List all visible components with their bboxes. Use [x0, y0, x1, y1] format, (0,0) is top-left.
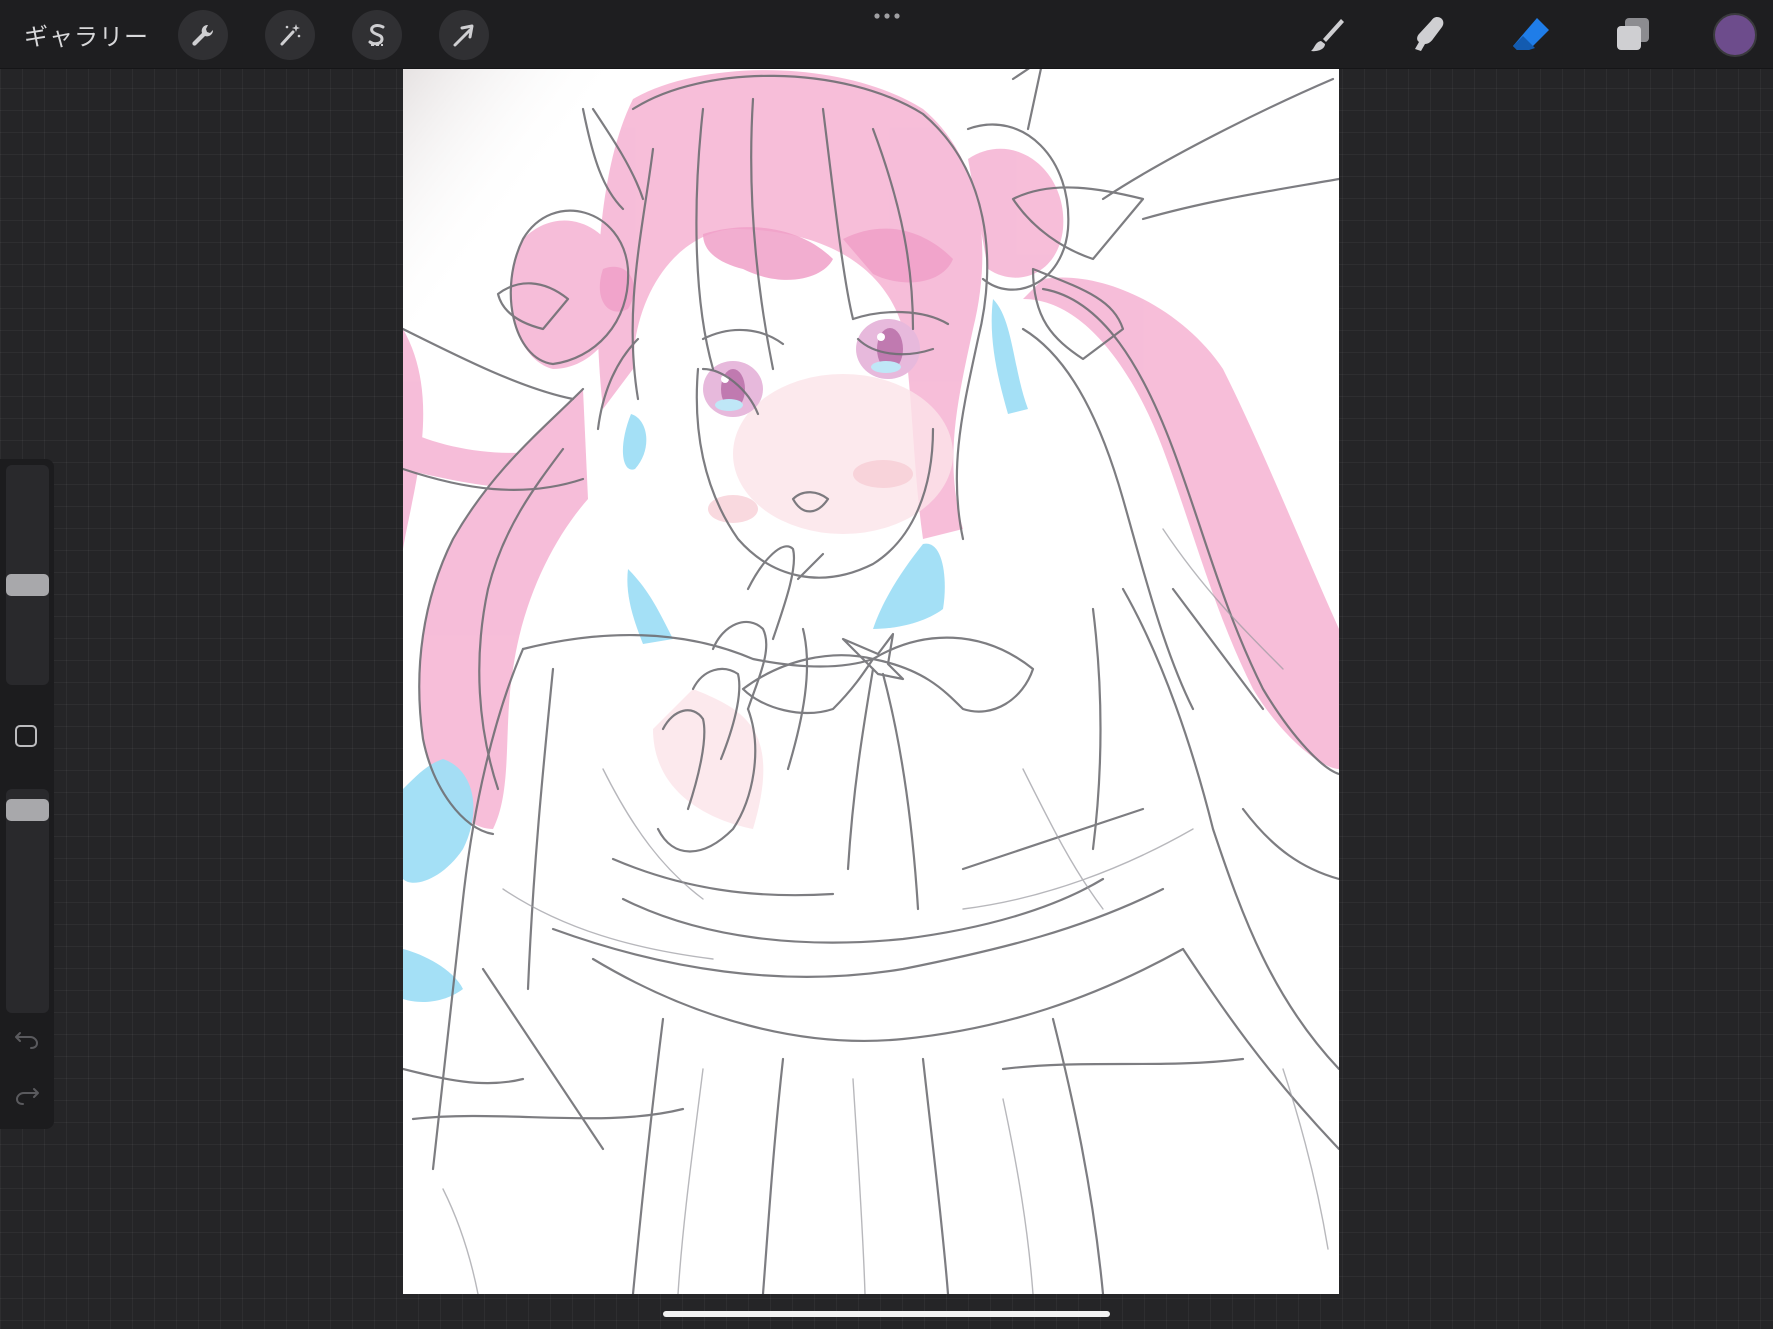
brush-size-slider-thumb[interactable]: [6, 573, 49, 596]
eraser-tool-button[interactable]: [1508, 12, 1554, 58]
arrow-cursor-icon: [453, 24, 474, 47]
transform-button[interactable]: [439, 10, 489, 60]
redo-button[interactable]: [14, 1085, 40, 1107]
artwork-illustration: [403, 69, 1339, 1294]
actions-wrench-button[interactable]: [178, 10, 228, 60]
gallery-button[interactable]: ギャラリー: [24, 17, 149, 52]
top-toolbar: ギャラリー: [0, 0, 1773, 69]
magic-wand-icon: [280, 24, 301, 46]
smudge-finger-icon: [1415, 17, 1444, 51]
eraser-icon: [1513, 18, 1549, 50]
more-dots-icon[interactable]: [872, 6, 902, 26]
left-sidebar: [0, 459, 54, 1129]
brush-icon: [1311, 19, 1344, 52]
smudge-tool-button[interactable]: [1406, 12, 1452, 58]
drawing-canvas[interactable]: [403, 69, 1339, 1294]
undo-button[interactable]: [14, 1029, 40, 1051]
redo-icon: [16, 1088, 39, 1105]
brush-tool-button[interactable]: [1304, 12, 1350, 58]
opacity-slider[interactable]: [6, 789, 49, 1013]
home-indicator[interactable]: [663, 1311, 1110, 1317]
layers-icon: [1617, 18, 1649, 50]
adjustments-button[interactable]: [265, 10, 315, 60]
opacity-slider-thumb[interactable]: [6, 799, 49, 822]
modify-button[interactable]: [15, 725, 37, 747]
layers-button[interactable]: [1610, 12, 1656, 58]
undo-icon: [15, 1032, 38, 1049]
selection-button[interactable]: [352, 10, 402, 60]
wrench-icon: [192, 24, 214, 46]
selection-s-icon: [368, 24, 385, 46]
color-picker-swatch[interactable]: [1713, 13, 1757, 57]
